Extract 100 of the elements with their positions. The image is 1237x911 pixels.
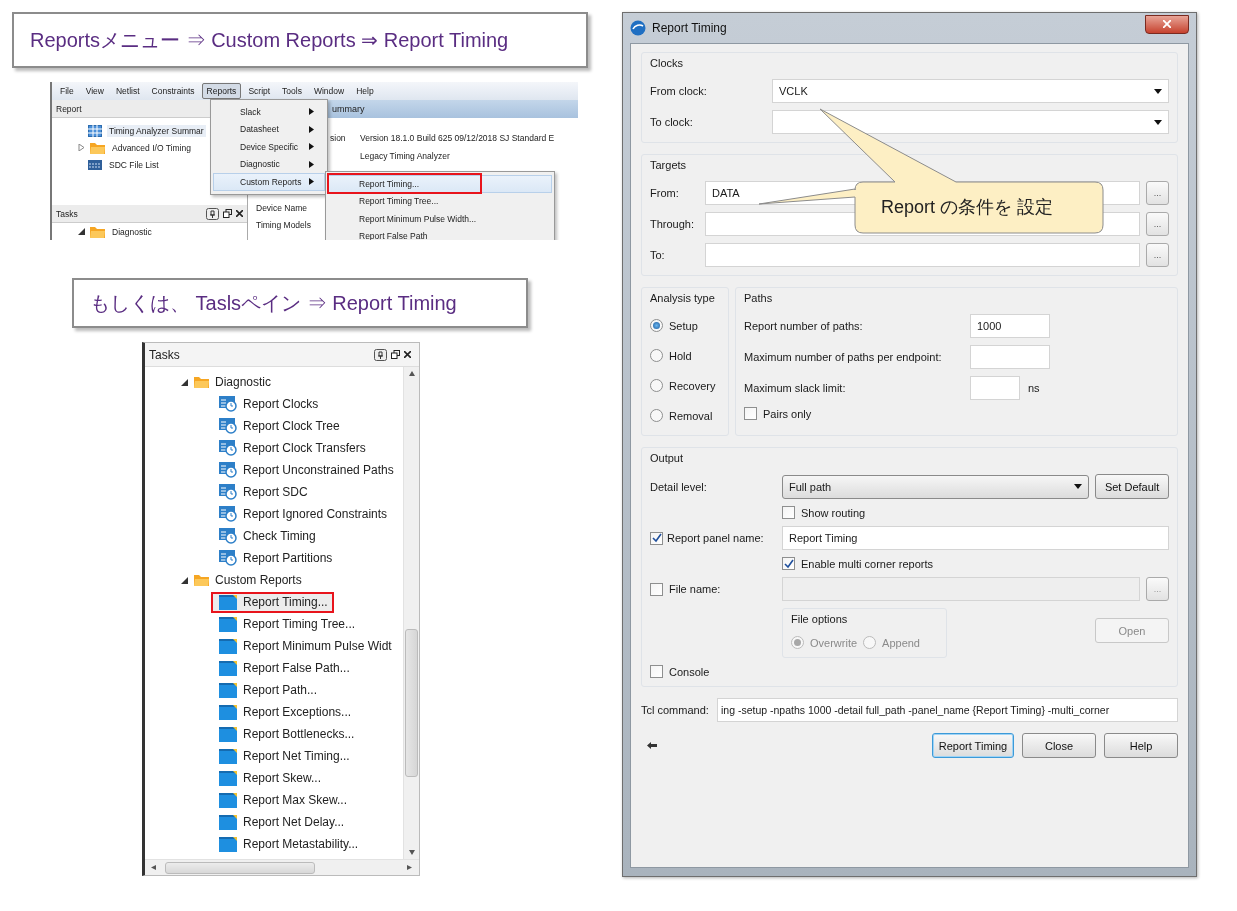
tree-item[interactable]: Report Clock Transfers bbox=[211, 437, 372, 459]
item-label: Report Clocks bbox=[243, 397, 319, 411]
report-clock-icon bbox=[219, 462, 237, 478]
field-label: From clock: bbox=[650, 85, 708, 97]
checkbox[interactable] bbox=[744, 407, 757, 420]
clock-combo[interactable]: VCLK bbox=[772, 79, 1169, 103]
panel-title: Tasks bbox=[149, 347, 180, 362]
menu-item[interactable]: Window bbox=[308, 83, 350, 99]
menu-entry[interactable]: Diagnostic bbox=[213, 155, 325, 173]
scroll-thumb[interactable] bbox=[405, 629, 418, 777]
checkbox[interactable] bbox=[782, 557, 795, 570]
radio-button[interactable] bbox=[650, 379, 663, 392]
menu-item[interactable]: Constraints bbox=[146, 83, 200, 99]
tree-item[interactable]: Report Net Timing... bbox=[211, 745, 356, 767]
tree-item[interactable]: Check Timing bbox=[211, 525, 322, 547]
tree-item[interactable]: Report Exceptions... bbox=[211, 701, 358, 723]
menu-item[interactable]: File bbox=[55, 83, 79, 99]
expand-arrow-icon[interactable] bbox=[181, 378, 188, 386]
dialog-button[interactable]: Close bbox=[1022, 733, 1096, 758]
close-icon[interactable] bbox=[236, 210, 243, 217]
expand-arrow-icon[interactable] bbox=[78, 228, 85, 235]
item-label: Report Unconstrained Paths bbox=[243, 463, 394, 477]
number-field[interactable]: 1000 bbox=[970, 314, 1050, 338]
item-label: Report Net Timing... bbox=[243, 749, 350, 763]
number-field[interactable] bbox=[970, 345, 1050, 369]
browse-button[interactable]: ... bbox=[1146, 243, 1169, 267]
menu-entry[interactable]: Custom Reports bbox=[213, 173, 325, 191]
tree-item[interactable]: Report Clock Tree bbox=[211, 415, 346, 437]
tree-item[interactable]: Report Unconstrained Paths bbox=[211, 459, 400, 481]
panel-name-field[interactable]: Report Timing bbox=[782, 526, 1169, 550]
tree-item[interactable]: Report Timing Tree... bbox=[211, 613, 362, 635]
item-label: Report Bottlenecks... bbox=[243, 727, 355, 741]
float-window-icon[interactable] bbox=[391, 350, 400, 359]
tree-item[interactable]: Custom Reports bbox=[215, 573, 302, 587]
tree-item[interactable]: Report Bottlenecks... bbox=[211, 723, 361, 745]
number-field[interactable] bbox=[970, 376, 1020, 400]
close-icon[interactable] bbox=[404, 351, 411, 358]
tree-item[interactable]: Diagnostic bbox=[215, 375, 272, 389]
tree-item[interactable]: Report Metastability... bbox=[211, 833, 365, 855]
checkbox[interactable] bbox=[650, 531, 663, 545]
scroll-arrow-icon[interactable] bbox=[407, 865, 413, 870]
checkbox-label: Console bbox=[669, 665, 710, 678]
tree-item[interactable]: Report Max Skew... bbox=[211, 789, 354, 811]
tree-item[interactable]: Report Path... bbox=[211, 679, 324, 701]
tree-item[interactable]: Report Minimum Pulse Widt bbox=[211, 635, 398, 657]
unit-label: ns bbox=[1028, 382, 1040, 394]
tree-item[interactable]: Timing Analyzer Summar bbox=[107, 124, 206, 137]
radio-button[interactable] bbox=[650, 349, 663, 362]
menu-entry[interactable]: Slack bbox=[213, 103, 325, 121]
expand-arrow-icon[interactable] bbox=[181, 576, 188, 584]
tree-item[interactable]: Report Skew... bbox=[211, 767, 328, 789]
scroll-arrow-icon[interactable] bbox=[151, 865, 157, 870]
tree-item[interactable]: Report Clocks bbox=[211, 393, 325, 415]
checkbox[interactable] bbox=[782, 506, 795, 519]
pin-icon[interactable] bbox=[206, 207, 219, 220]
menu-item[interactable]: View bbox=[80, 83, 109, 99]
close-button[interactable] bbox=[1145, 14, 1189, 34]
pin-icon[interactable] bbox=[374, 348, 387, 361]
menu-item[interactable]: Reports bbox=[201, 83, 242, 99]
dialog-button[interactable]: Help bbox=[1104, 733, 1178, 758]
menu-item[interactable]: Help bbox=[351, 83, 379, 99]
scroll-thumb[interactable] bbox=[165, 861, 315, 874]
target-field[interactable] bbox=[705, 243, 1140, 267]
menu-entry[interactable]: Report Minimum Pulse Width... bbox=[328, 210, 552, 228]
menu-entry[interactable]: Device Specific bbox=[213, 138, 325, 156]
menu-entry[interactable]: Report Timing... bbox=[328, 175, 552, 193]
tree-item[interactable]: Advanced I/O Timing bbox=[110, 141, 193, 154]
set-default-button[interactable]: Set Default bbox=[1095, 474, 1169, 499]
menu-entry[interactable]: Report Timing Tree... bbox=[328, 192, 552, 210]
detail-level-combo[interactable]: Full path bbox=[782, 474, 1090, 499]
tree-item[interactable]: Report Ignored Constraints bbox=[211, 503, 394, 525]
menu-item[interactable]: Tools bbox=[277, 83, 307, 99]
menu-entry[interactable]: Datasheet bbox=[213, 120, 325, 138]
field-label: Maximum slack limit: bbox=[744, 382, 847, 394]
tree-item[interactable]: Report SDC bbox=[211, 481, 314, 503]
checkbox[interactable] bbox=[650, 665, 663, 678]
radio-label: Removal bbox=[669, 409, 713, 422]
scroll-arrow-icon[interactable] bbox=[408, 850, 415, 855]
tree-item[interactable]: SDC File List bbox=[107, 158, 161, 171]
radio-button[interactable] bbox=[650, 409, 663, 422]
folder-icon bbox=[194, 574, 209, 586]
horizontal-scrollbar[interactable] bbox=[145, 859, 419, 875]
tree-item[interactable]: Report False Path... bbox=[211, 657, 356, 679]
vertical-scrollbar[interactable] bbox=[403, 367, 419, 859]
highlighted-tree-item[interactable]: Report Timing... bbox=[211, 591, 334, 613]
radio-button[interactable] bbox=[650, 319, 663, 332]
dialog-button[interactable]: Report Timing bbox=[932, 733, 1014, 758]
back-arrow-icon[interactable] bbox=[647, 742, 657, 749]
tcl-command-field[interactable]: ing -setup -npaths 1000 -detail full_path -panel_name {Report Timing} -multi_corner bbox=[717, 698, 1178, 722]
browse-button[interactable]: ... bbox=[1146, 212, 1169, 236]
tree-item[interactable]: Report Net Delay... bbox=[211, 811, 351, 833]
browse-button[interactable]: ... bbox=[1146, 181, 1169, 205]
tree-item[interactable]: Report Partitions bbox=[211, 547, 339, 569]
tree-item[interactable]: Diagnostic bbox=[110, 225, 154, 238]
menu-item[interactable]: Netlist bbox=[111, 83, 145, 99]
float-window-icon[interactable] bbox=[223, 209, 232, 218]
summary-value: Legacy Timing Analyzer bbox=[360, 151, 450, 161]
scroll-arrow-icon[interactable] bbox=[408, 371, 415, 376]
item-label: Report Timing... bbox=[243, 595, 328, 609]
menu-item[interactable]: Script bbox=[243, 83, 276, 99]
